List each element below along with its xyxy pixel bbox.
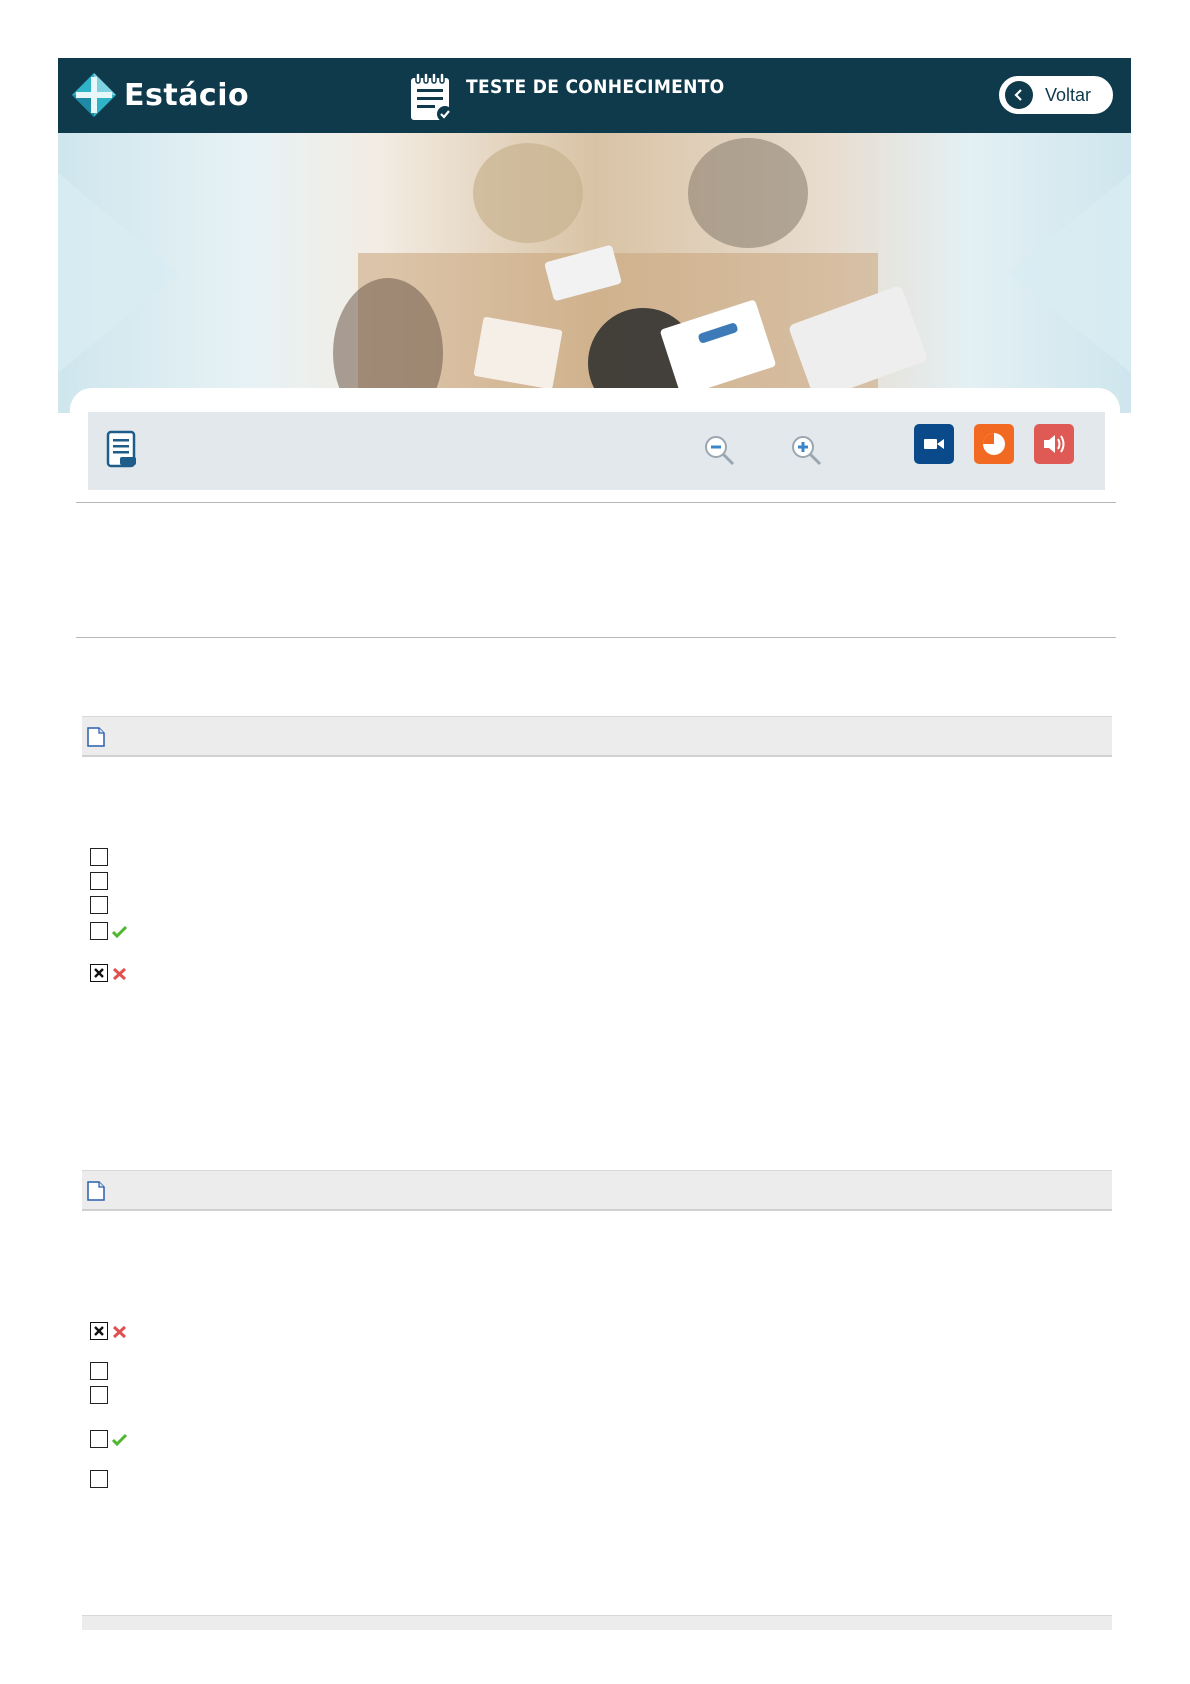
wrong-icon [112, 1325, 127, 1338]
brand-logo: Estácio [70, 70, 249, 120]
question-header-2 [82, 1170, 1112, 1211]
speaker-icon[interactable] [1034, 424, 1074, 464]
option-checkbox[interactable] [90, 1322, 128, 1340]
question-header-3 [82, 1615, 1112, 1630]
option-checkbox[interactable] [90, 896, 108, 914]
checkbox[interactable] [90, 1470, 108, 1488]
checkbox[interactable] [90, 1430, 108, 1448]
checkbox-checked[interactable] [90, 964, 108, 982]
checkmark-icon [111, 1433, 128, 1446]
option-checkbox[interactable] [90, 922, 128, 940]
brand-name: Estácio [124, 77, 250, 113]
video-icon[interactable] [914, 424, 954, 464]
chevron-left-icon [1005, 81, 1033, 109]
hero-banner-image [58, 133, 1131, 413]
back-button[interactable]: Voltar [997, 74, 1115, 116]
document-icon [87, 1181, 105, 1201]
option-checkbox[interactable] [90, 1470, 108, 1488]
divider [76, 502, 1116, 503]
divider [76, 637, 1116, 638]
option-checkbox[interactable] [90, 872, 108, 890]
x-mark-icon [94, 968, 104, 978]
option-checkbox[interactable] [90, 1362, 108, 1380]
notebook-icon[interactable] [106, 430, 138, 468]
wrong-icon [112, 967, 127, 980]
estacio-logo-icon [72, 73, 116, 117]
option-checkbox[interactable] [90, 1430, 128, 1448]
checkbox[interactable] [90, 872, 108, 890]
option-checkbox[interactable] [90, 964, 128, 982]
x-mark-icon [94, 1326, 104, 1336]
content-card [70, 388, 1120, 1684]
page-title: TESTE DE CONHECIMENTO [466, 76, 725, 98]
checkbox[interactable] [90, 1362, 108, 1380]
option-checkbox[interactable] [90, 1386, 108, 1404]
checkmark-icon [111, 925, 128, 938]
checklist-icon [411, 72, 453, 122]
pie-chart-icon[interactable] [974, 424, 1014, 464]
question-header-1 [82, 716, 1112, 757]
checkbox[interactable] [90, 848, 108, 866]
back-button-label: Voltar [1045, 84, 1092, 105]
document-icon [87, 727, 105, 747]
page-heading: TESTE DE CONHECIMENTO [408, 70, 725, 122]
zoom-out-icon[interactable] [703, 434, 737, 468]
checkbox[interactable] [90, 896, 108, 914]
zoom-in-icon[interactable] [790, 434, 824, 468]
option-checkbox[interactable] [90, 848, 108, 866]
team-meeting-illustration [58, 138, 1131, 413]
checkbox[interactable] [90, 922, 108, 940]
checkbox[interactable] [90, 1386, 108, 1404]
content-toolbar [88, 412, 1105, 490]
app-header: Estácio TESTE DE CONHECIMENTO Voltar [58, 58, 1131, 133]
checkbox-checked[interactable] [90, 1322, 108, 1340]
